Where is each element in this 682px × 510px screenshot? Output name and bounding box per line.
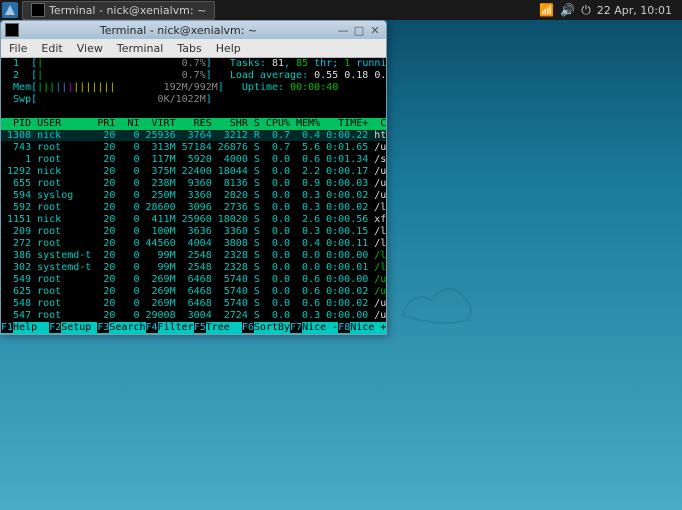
terminal-content[interactable]: 1 [| 0.7%] Tasks: 81, 85 thr; 1 running … (1, 58, 386, 334)
whisker-menu-icon[interactable] (2, 2, 18, 18)
taskbar-button-terminal[interactable]: Terminal - nick@xenialvm: ~ (22, 1, 215, 20)
menu-file[interactable]: File (9, 42, 27, 55)
menu-terminal[interactable]: Terminal (117, 42, 164, 55)
volume-icon[interactable]: 🔊 (560, 3, 575, 17)
menu-view[interactable]: View (77, 42, 103, 55)
network-icon[interactable]: 📶 (539, 3, 554, 17)
power-icon[interactable]: ⏻ (581, 3, 591, 18)
panel-clock[interactable]: 22 Apr, 10:01 (597, 4, 672, 17)
window-app-icon (5, 23, 19, 37)
menu-help[interactable]: Help (216, 42, 241, 55)
menu-tabs[interactable]: Tabs (177, 42, 201, 55)
window-title: Terminal - nick@xenialvm: ~ (23, 24, 334, 37)
menu-edit[interactable]: Edit (41, 42, 62, 55)
desktop-panel: Terminal - nick@xenialvm: ~ 📶 🔊 ⏻ 22 Apr… (0, 0, 682, 20)
maximize-button[interactable]: □ (352, 23, 366, 37)
terminal-icon (31, 3, 45, 17)
taskbar-label: Terminal - nick@xenialvm: ~ (49, 4, 206, 17)
terminal-window: Terminal - nick@xenialvm: ~ — □ ✕ File Ed… (0, 20, 387, 335)
minimize-button[interactable]: — (336, 23, 350, 37)
close-button[interactable]: ✕ (368, 23, 382, 37)
menubar: File Edit View Terminal Tabs Help (1, 39, 386, 58)
desktop-watermark (392, 270, 482, 330)
window-titlebar[interactable]: Terminal - nick@xenialvm: ~ — □ ✕ (1, 21, 386, 39)
